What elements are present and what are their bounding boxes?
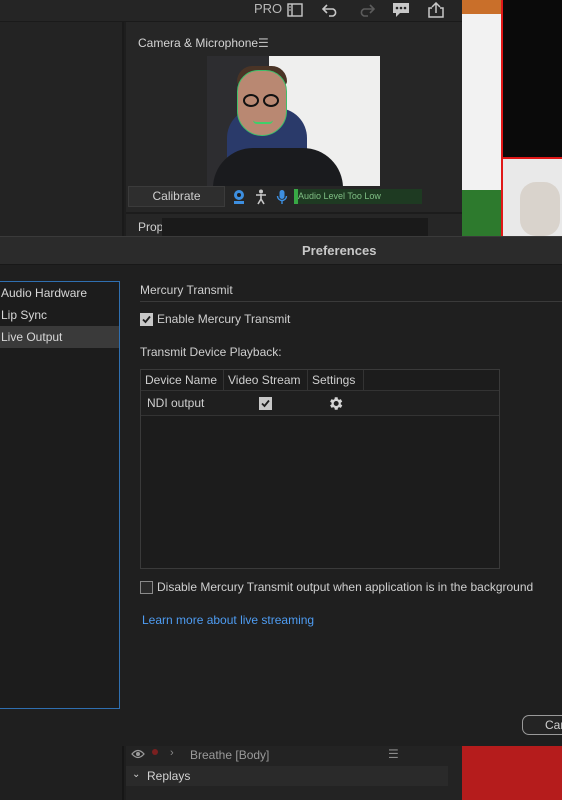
comment-icon[interactable] [390,0,412,20]
column-header-device-name[interactable]: Device Name [141,370,224,391]
gear-icon[interactable] [327,395,344,412]
nav-item-lip-sync[interactable]: Lip Sync [0,304,119,326]
dialog-titlebar: Preferences [0,237,562,265]
section-title: Mercury Transmit [140,283,233,297]
layer-menu-icon[interactable]: ☰ [388,747,399,761]
preview-glasses-right [263,94,279,107]
microphone-icon[interactable] [274,188,290,206]
replays-label: Replays [147,769,191,783]
preview-glasses-left [243,94,259,107]
app-toolbar: PRO [0,0,462,22]
table-header: Device Name Video Stream Settings [141,370,499,391]
timeline-panel: › Breathe [Body] ☰ ⌄ Replays [126,746,462,800]
section-divider [140,301,562,302]
left-panel-bottom [0,746,124,800]
camera-microphone-panel: Camera & Microphone ☰ Calibrate Audio Le… [126,22,462,236]
playback-label: Transmit Device Playback: [140,345,282,359]
selection-border-vertical [501,0,503,236]
eye-icon[interactable] [131,748,145,763]
scene-preview-strip [462,0,562,236]
preferences-dialog: Preferences Audio Hardware Lip Sync Live… [0,236,562,746]
redo-icon[interactable] [355,0,377,20]
prop-row: Prop [126,212,462,236]
table-row[interactable]: NDI output [141,391,499,416]
workspace-icon[interactable] [284,0,306,20]
undo-icon[interactable] [320,0,342,20]
column-header-video-stream[interactable]: Video Stream [224,370,308,391]
selection-border-horizontal [502,157,562,159]
pro-mode-label: PRO [254,1,283,16]
device-table: Device Name Video Stream Settings NDI ou… [140,369,500,569]
camera-preview [207,56,380,186]
camera-controls: Calibrate Audio Level Too Low [126,186,462,208]
replays-group-row[interactable]: ⌄ Replays [126,766,448,786]
chevron-down-icon[interactable]: ⌄ [132,769,140,780]
prop-field[interactable] [162,218,428,236]
nav-item-audio-hardware[interactable]: Audio Hardware [0,282,119,304]
device-name-cell: NDI output [147,396,205,410]
nav-item-live-output[interactable]: Live Output [0,326,119,348]
panel-title: Camera & Microphone [138,36,259,50]
scene-top-block [462,0,502,14]
audio-level-meter: Audio Level Too Low [294,189,422,204]
record-dot-icon[interactable] [152,749,158,755]
scene-preview-bottom [462,746,562,800]
layer-name: Breathe [Body] [190,748,270,762]
mouth-tracking-overlay [253,120,273,124]
video-stream-checkbox[interactable] [259,397,272,410]
camera-toggle-icon[interactable] [231,188,247,206]
enable-transmit-label: Enable Mercury Transmit [157,312,291,326]
share-icon[interactable] [425,0,447,20]
enable-transmit-checkbox[interactable] [140,312,153,326]
disable-background-label: Disable Mercury Transmit output when app… [157,580,534,594]
body-tracking-icon[interactable] [253,188,269,206]
left-panel-background [0,22,124,236]
scene-hand [520,182,560,236]
preferences-content: Mercury Transmit Enable Mercury Transmit… [140,281,562,721]
dialog-title: Preferences [302,243,377,258]
preferences-nav: Audio Hardware Lip Sync Live Output [0,281,120,709]
chevron-right-icon[interactable]: › [170,747,174,759]
learn-more-link[interactable]: Learn more about live streaming [142,613,314,627]
calibrate-button[interactable]: Calibrate [128,186,225,207]
disable-background-row: Disable Mercury Transmit output when app… [140,580,533,594]
column-header-settings[interactable]: Settings [308,370,364,391]
cancel-button[interactable]: Cancel [522,715,562,735]
hamburger-menu-icon[interactable]: ☰ [258,36,269,50]
disable-background-checkbox[interactable] [140,580,153,594]
scene-dark-area [503,0,562,157]
preview-body [213,148,343,186]
layer-row[interactable]: › Breathe [Body] ☰ [126,746,448,764]
enable-transmit-row: Enable Mercury Transmit [140,312,290,326]
scene-bush [462,190,501,236]
prop-label: Prop [138,220,164,234]
